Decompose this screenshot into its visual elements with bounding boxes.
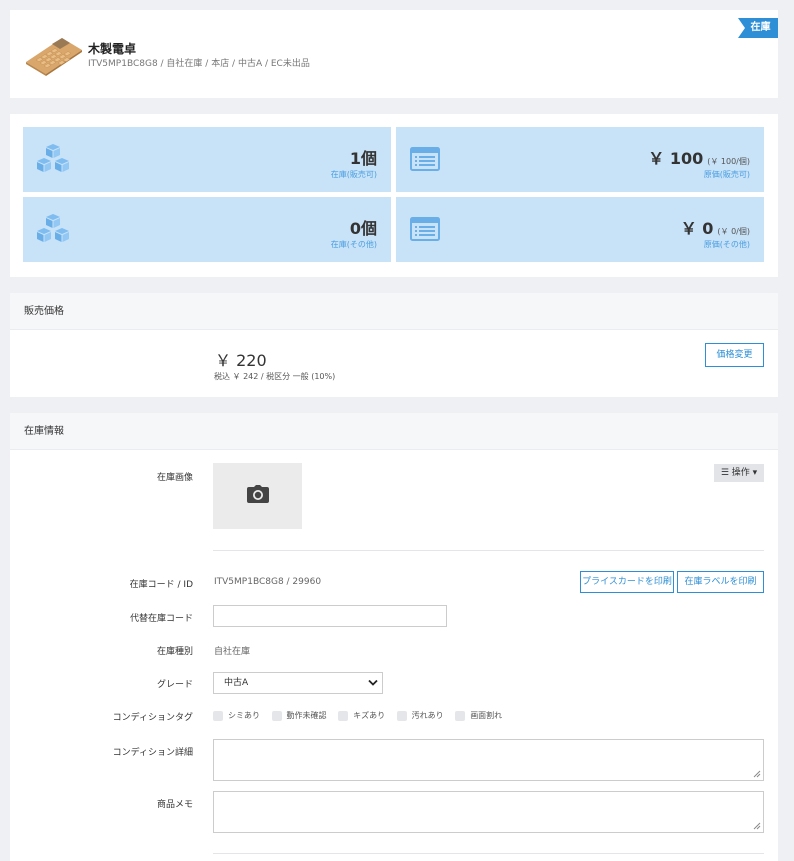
stat-cost-sellable: ￥ 100 (￥ 100/個) 原価(販売可)	[396, 127, 764, 192]
change-price-button[interactable]: 価格変更	[705, 343, 764, 367]
condition-detail-textarea[interactable]	[213, 739, 764, 781]
stock-stats-card: 1個 在庫(販売可) ￥ 100 (￥ 100/個) 原価(販売可) 0個 在庫…	[10, 114, 778, 277]
grade-select[interactable]: 中古A	[213, 672, 383, 694]
stat-value: ￥ 100 (￥ 100/個)	[648, 149, 750, 168]
boxes-icon	[37, 144, 69, 172]
list-icon	[410, 147, 440, 171]
operation-menu-button[interactable]: ☰ 操作 ▾	[714, 464, 764, 482]
condition-tag-checkbox[interactable]: 汚れあり	[396, 710, 444, 721]
stock-info-card: 在庫情報 在庫画像 ☰ 操作 ▾ 在庫コード / ID ITV5MP1BC8G8…	[10, 413, 778, 861]
alt-code-input[interactable]	[213, 605, 447, 627]
checkbox-box[interactable]	[455, 710, 466, 721]
print-price-card-button[interactable]: プライスカードを印刷	[580, 571, 674, 593]
stat-label: 原価(その他)	[703, 240, 750, 249]
divider	[213, 853, 764, 854]
condition-tag-checkbox[interactable]: キズあり	[338, 710, 385, 721]
checkbox-box[interactable]	[271, 710, 282, 721]
stat-label: 在庫(販売可)	[330, 170, 377, 179]
boxes-icon	[37, 214, 69, 242]
stock-type-value: 自社在庫	[214, 647, 251, 657]
checkbox-box[interactable]	[396, 710, 407, 721]
stat-value: ￥ 0 (￥ 0/個)	[680, 219, 750, 238]
grade-label: グレード	[156, 680, 193, 690]
tax-info: 税込 ￥ 242 / 税区分 一般 (10%)	[214, 372, 336, 381]
condition-tag-checkbox[interactable]: 画面割れ	[455, 710, 502, 721]
checkbox-box[interactable]	[338, 710, 349, 721]
list-icon	[410, 217, 440, 241]
alt-code-label: 代替在庫コード	[129, 614, 193, 624]
product-header-card: 木製電卓 ITV5MP1BC8G8 / 自社在庫 / 本店 / 中古A / EC…	[10, 10, 778, 98]
stat-stock-sellable: 1個 在庫(販売可)	[23, 127, 391, 192]
stat-label: 在庫(その他)	[330, 240, 377, 249]
stat-value: 0個	[349, 219, 377, 238]
stock-type-label: 在庫種別	[156, 647, 193, 657]
memo-label: 商品メモ	[156, 800, 193, 810]
product-summary: ITV5MP1BC8G8 / 自社在庫 / 本店 / 中古A / EC未出品	[88, 59, 310, 69]
checkbox-box[interactable]	[213, 710, 223, 721]
stock-code-label: 在庫コード / ID	[129, 580, 193, 590]
section-title: 販売価格	[10, 293, 778, 330]
sale-price: ￥ 220	[215, 351, 267, 370]
stock-image-placeholder[interactable]	[213, 463, 302, 529]
grade-selected-value: 中古A	[224, 678, 249, 688]
chevron-down-icon	[368, 679, 378, 686]
image-label: 在庫画像	[156, 473, 193, 483]
status-badge: 在庫	[738, 18, 778, 38]
print-stock-label-button[interactable]: 在庫ラベルを印刷	[677, 571, 764, 593]
camera-icon	[247, 485, 269, 503]
condition-tag-checkbox[interactable]: 動作未確認	[271, 710, 327, 721]
product-thumbnail	[26, 38, 82, 76]
resize-handle-icon[interactable]	[753, 770, 761, 778]
condition-tag-list: シミあり 動作未確認 キズあり 汚れあり 画面割れ	[213, 710, 511, 723]
condition-detail-label: コンディション詳細	[112, 748, 193, 758]
sale-price-card: 販売価格 ￥ 220 税込 ￥ 242 / 税区分 一般 (10%) 価格変更	[10, 293, 778, 397]
stat-label: 原価(販売可)	[703, 170, 750, 179]
resize-handle-icon[interactable]	[753, 822, 761, 830]
divider	[213, 550, 764, 551]
stat-cost-other: ￥ 0 (￥ 0/個) 原価(その他)	[396, 197, 764, 262]
condition-tag-label: コンディションタグ	[112, 713, 193, 723]
condition-tag-checkbox[interactable]: シミあり	[213, 710, 260, 721]
product-name: 木製電卓	[88, 42, 137, 56]
stat-value: 1個	[349, 149, 377, 168]
stock-code-value: ITV5MP1BC8G8 / 29960	[214, 577, 322, 587]
memo-textarea[interactable]	[213, 791, 764, 833]
stat-stock-other: 0個 在庫(その他)	[23, 197, 391, 262]
section-title: 在庫情報	[10, 413, 778, 450]
